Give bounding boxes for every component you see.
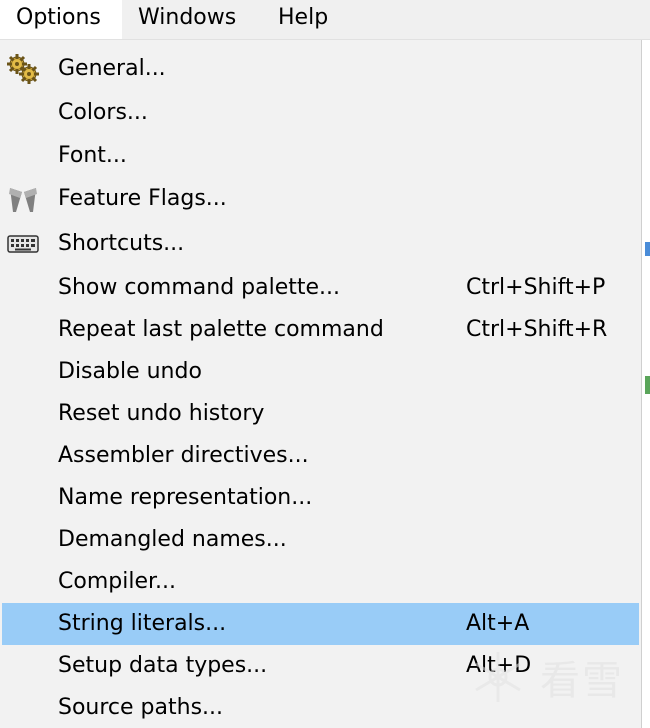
menu-item-shortcuts[interactable]: Shortcuts... — [2, 221, 639, 267]
menu-item-label: Disable undo — [58, 359, 202, 384]
menu-item-repeat-last-palette-command[interactable]: Repeat last palette command Ctrl+Shift+R — [2, 309, 639, 351]
menu-item-assembler-directives[interactable]: Assembler directives... — [2, 435, 639, 477]
menu-item-shortcut: Ctrl+Shift+R — [466, 317, 608, 342]
menu-item-colors[interactable]: Colors... — [2, 91, 639, 134]
keyboard-icon — [6, 227, 40, 261]
menu-item-font[interactable]: Font... — [2, 134, 639, 177]
menu-item-label: Demangled names... — [58, 527, 287, 552]
flags-icon — [6, 182, 40, 216]
menu-item-compiler[interactable]: Compiler... — [2, 561, 639, 603]
edge-marker-green — [645, 376, 650, 394]
menu-item-label: Feature Flags... — [58, 186, 227, 211]
menu-item-label: Setup data types... — [58, 653, 268, 678]
menu-item-label: Show command palette... — [58, 275, 341, 300]
menu-item-label: Assembler directives... — [58, 443, 309, 468]
menu-item-demangled-names[interactable]: Demangled names... — [2, 519, 639, 561]
menu-item-reset-undo-history[interactable]: Reset undo history — [2, 393, 639, 435]
watermark-text: 看雪 — [540, 658, 624, 704]
menu-bar: Options Windows Help — [0, 0, 650, 40]
menu-item-name-representation[interactable]: Name representation... — [2, 477, 639, 519]
menubar-help[interactable]: Help — [262, 0, 348, 39]
menu-item-shortcut: Ctrl+Shift+P — [466, 275, 606, 300]
menu-item-show-command-palette[interactable]: Show command palette... Ctrl+Shift+P — [2, 267, 639, 309]
edge-marker-blue — [645, 242, 650, 256]
menu-item-label: Reset undo history — [58, 401, 265, 426]
menu-item-general[interactable]: General... — [2, 47, 639, 91]
gears-icon — [6, 52, 40, 86]
options-dropdown-menu: General... Colors... Font... Feature Fla… — [0, 40, 642, 728]
menu-item-label: Repeat last palette command — [58, 317, 384, 342]
menu-item-label: Shortcuts... — [58, 231, 185, 256]
menu-item-label: Name representation... — [58, 485, 313, 510]
menubar-windows[interactable]: Windows — [122, 0, 258, 39]
menu-item-label: Colors... — [58, 100, 148, 125]
menu-item-label: Font... — [58, 143, 127, 168]
menubar-options[interactable]: Options — [0, 0, 122, 39]
menu-item-feature-flags[interactable]: Feature Flags... — [2, 177, 639, 221]
menu-item-string-literals[interactable]: String literals... Alt+A — [2, 603, 639, 645]
menu-item-label: String literals... — [58, 611, 227, 636]
menu-item-label: Compiler... — [58, 569, 176, 594]
menu-item-label: Source paths... — [58, 695, 224, 720]
menu-item-label: General... — [58, 56, 166, 81]
menu-item-disable-undo[interactable]: Disable undo — [2, 351, 639, 393]
menu-item-shortcut: Alt+A — [466, 611, 530, 636]
